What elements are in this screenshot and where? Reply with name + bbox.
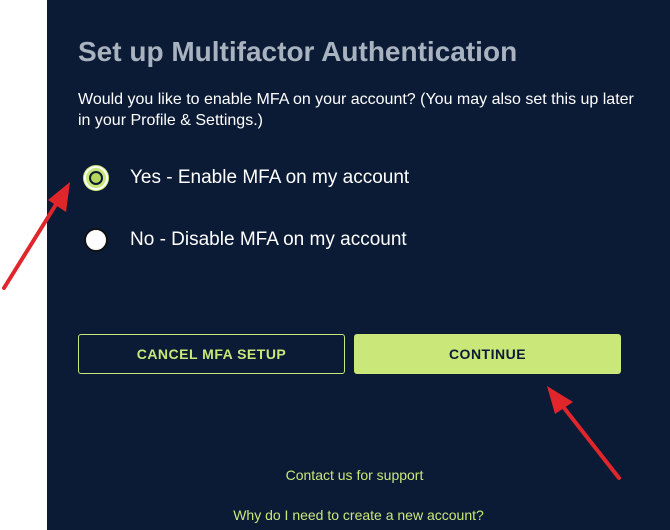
left-margin	[0, 0, 47, 530]
radio-option-enable-mfa[interactable]: Yes - Enable MFA on my account	[84, 163, 409, 193]
continue-button[interactable]: CONTINUE	[354, 334, 621, 374]
radio-option-disable-mfa[interactable]: No - Disable MFA on my account	[84, 225, 407, 255]
mfa-panel	[47, 0, 670, 530]
radio-dot-icon	[89, 171, 103, 185]
radio-label-disable-mfa: No - Disable MFA on my account	[130, 229, 407, 250]
page: Set up Multifactor Authentication Would …	[0, 0, 670, 530]
radio-selected-icon[interactable]	[84, 166, 108, 190]
radio-label-enable-mfa: Yes - Enable MFA on my account	[130, 167, 410, 188]
radio-unselected-icon[interactable]	[84, 228, 108, 252]
contact-support-link[interactable]: Contact us for support	[43, 467, 666, 483]
mfa-description: Would you like to enable MFA on your acc…	[78, 91, 634, 129]
page-title: Set up Multifactor Authentication	[78, 36, 518, 67]
cancel-mfa-setup-button[interactable]: CANCEL MFA SETUP	[78, 334, 345, 374]
why-new-account-link[interactable]: Why do I need to create a new account?	[47, 507, 670, 523]
